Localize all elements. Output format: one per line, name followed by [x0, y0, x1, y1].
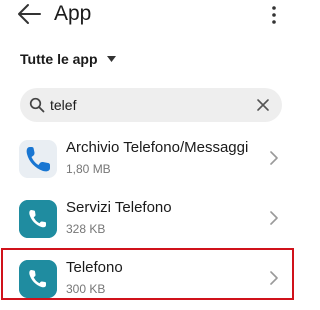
page-title: App — [54, 2, 92, 25]
search-input[interactable] — [50, 94, 250, 116]
filter-label: Tutte le app — [20, 51, 98, 67]
app-name: Servizi Telefono — [66, 199, 172, 216]
phone-archive-icon — [19, 140, 57, 178]
app-filter-dropdown[interactable]: Tutte le app — [20, 48, 116, 70]
phone-services-icon — [19, 200, 57, 238]
back-arrow-icon[interactable] — [16, 2, 42, 26]
search-icon — [29, 97, 45, 113]
clear-search-icon[interactable] — [256, 98, 270, 112]
app-size: 300 KB — [66, 282, 106, 296]
more-options-icon[interactable] — [264, 4, 284, 26]
app-name: Archivio Telefono/Messaggi — [66, 139, 249, 156]
caret-down-icon — [106, 56, 116, 62]
app-size: 328 KB — [66, 222, 106, 236]
chevron-right-icon — [270, 211, 278, 225]
app-list-item[interactable]: Archivio Telefono/Messaggi 1,80 MB — [0, 130, 300, 190]
search-bar[interactable] — [20, 88, 282, 122]
app-list-item[interactable]: Telefono 300 KB — [0, 250, 300, 310]
chevron-right-icon — [270, 151, 278, 165]
app-list-item[interactable]: Servizi Telefono 328 KB — [0, 190, 300, 250]
app-name: Telefono — [66, 259, 123, 276]
app-size: 1,80 MB — [66, 162, 111, 176]
phone-icon — [19, 260, 57, 298]
chevron-right-icon — [270, 271, 278, 285]
